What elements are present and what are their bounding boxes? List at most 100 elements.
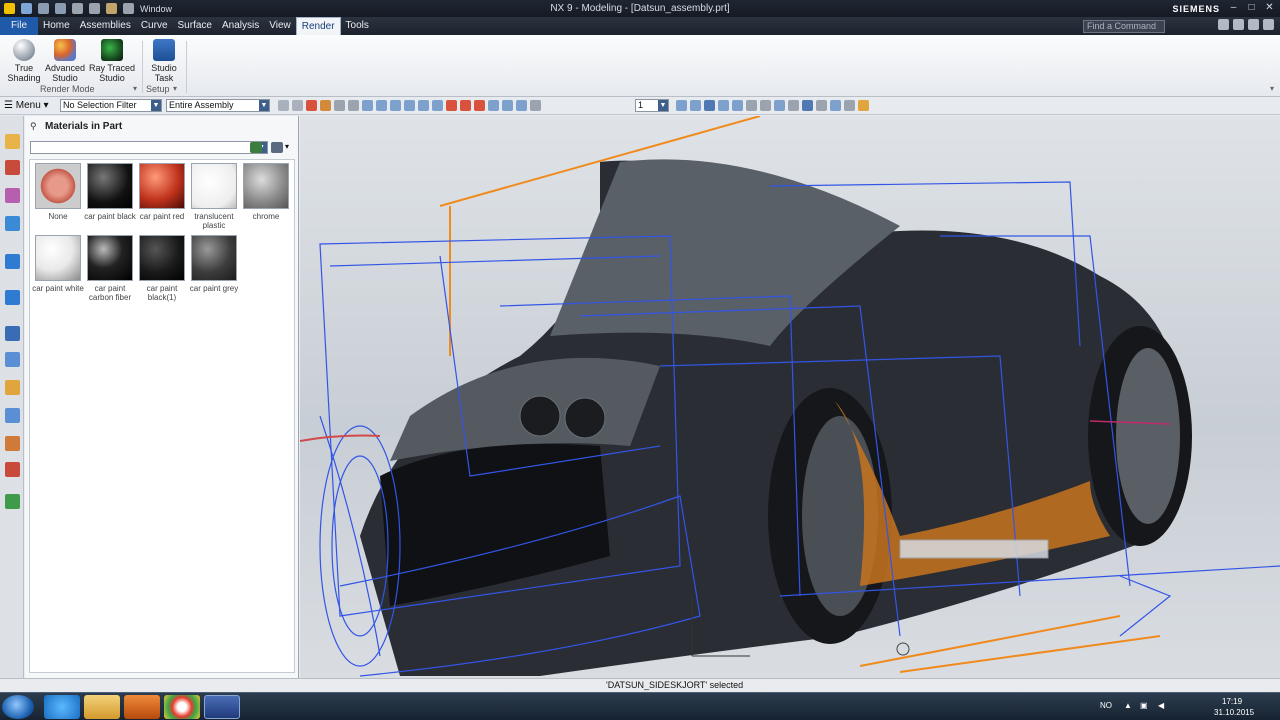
selection-scope-dropdown[interactable]: Entire Assembly ▼ — [166, 99, 270, 112]
constraint-navigator-icon[interactable] — [5, 160, 20, 175]
view-icon[interactable] — [830, 100, 841, 111]
start-button[interactable] — [2, 695, 34, 719]
view-icon[interactable] — [760, 100, 771, 111]
snap-icon[interactable] — [502, 100, 513, 111]
select-icon[interactable] — [306, 100, 317, 111]
help-icon[interactable] — [1233, 19, 1244, 30]
history-icon[interactable] — [5, 326, 20, 341]
view-icon[interactable] — [718, 100, 729, 111]
snap-icon[interactable] — [418, 100, 429, 111]
tab-assemblies[interactable]: Assemblies — [75, 17, 136, 35]
reuse-library-icon[interactable] — [5, 216, 20, 231]
menu-button[interactable]: ☰ Menu ▾ — [4, 99, 49, 113]
roles-icon[interactable] — [5, 408, 20, 423]
restore-icon[interactable] — [1248, 19, 1259, 30]
snap-icon[interactable] — [530, 100, 541, 111]
select-icon[interactable] — [348, 100, 359, 111]
process-studio-icon[interactable] — [5, 494, 20, 509]
chrome-icon[interactable] — [164, 695, 200, 719]
network-icon[interactable]: ▣ — [1140, 701, 1148, 710]
view-icon[interactable] — [858, 100, 869, 111]
material-item[interactable]: None — [32, 163, 84, 221]
material-item[interactable]: car paint carbon fiber — [84, 235, 136, 302]
close-doc-icon[interactable] — [1263, 19, 1274, 30]
material-filter-dropdown[interactable]: ▼ — [30, 141, 268, 154]
assembly-navigator-icon[interactable] — [5, 134, 20, 149]
tab-curve[interactable]: Curve — [136, 17, 173, 35]
snap-icon[interactable] — [390, 100, 401, 111]
view-icon[interactable] — [676, 100, 687, 111]
snap-icon[interactable] — [376, 100, 387, 111]
tab-render[interactable]: Render — [295, 17, 341, 35]
selection-filter-dropdown[interactable]: No Selection Filter ▼ — [60, 99, 162, 112]
system-materials-icon[interactable] — [5, 352, 20, 367]
tab-home[interactable]: Home — [38, 17, 75, 35]
part-navigator-icon[interactable] — [5, 188, 20, 203]
tab-file[interactable]: File — [0, 17, 38, 35]
group-expand-icon[interactable]: ▾ — [173, 84, 177, 93]
volume-icon[interactable]: ◀ — [1158, 701, 1164, 710]
snap-icon[interactable] — [432, 100, 443, 111]
car-model-render[interactable] — [300, 116, 1280, 678]
ribbon-options-icon[interactable]: ▾ — [1270, 84, 1274, 93]
nx-app-icon[interactable] — [204, 695, 240, 719]
snap-icon[interactable] — [292, 100, 303, 111]
rotate-icon[interactable] — [704, 100, 715, 111]
material-item[interactable]: car paint black(1) — [136, 235, 188, 302]
snap-icon[interactable] — [362, 100, 373, 111]
close-icon[interactable]: ✕ — [1263, 1, 1276, 14]
media-player-icon[interactable] — [124, 695, 160, 719]
panel-menu-icon[interactable]: ▾ — [285, 142, 289, 151]
view-icon[interactable] — [816, 100, 827, 111]
snap-icon[interactable] — [474, 100, 485, 111]
clock-date[interactable]: 31.10.2015 — [1214, 708, 1254, 717]
view-icon[interactable] — [774, 100, 785, 111]
studio-task-button[interactable]: Studio Task — [146, 39, 182, 83]
material-item[interactable]: car paint grey — [188, 235, 240, 293]
snap-icon[interactable] — [278, 100, 289, 111]
apply-icon[interactable] — [250, 142, 262, 153]
view-icon[interactable] — [802, 100, 813, 111]
mini-toolbar[interactable] — [899, 539, 1049, 559]
group-expand-icon[interactable]: ▾ — [133, 84, 137, 93]
ray-traced-studio-button[interactable]: Ray Traced Studio — [88, 39, 136, 83]
snap-icon[interactable] — [460, 100, 471, 111]
file-explorer-icon[interactable] — [84, 695, 120, 719]
web-browser-icon[interactable] — [5, 290, 20, 305]
view-icon[interactable] — [844, 100, 855, 111]
hd3d-tools-icon[interactable] — [5, 254, 20, 269]
pin-icon[interactable]: ⚲ — [30, 121, 37, 132]
clock-time[interactable]: 17:19 — [1222, 697, 1242, 706]
tab-analysis[interactable]: Analysis — [217, 17, 264, 35]
show-hidden-icon[interactable]: ▲ — [1124, 701, 1132, 710]
system-scenes-icon[interactable] — [5, 380, 20, 395]
material-item[interactable]: car paint red — [136, 163, 188, 221]
view-icon[interactable] — [732, 100, 743, 111]
tab-surface[interactable]: Surface — [173, 17, 217, 35]
minimize-icon[interactable]: – — [1227, 1, 1240, 14]
true-shading-button[interactable]: True Shading — [6, 39, 42, 83]
internet-explorer-icon[interactable] — [44, 695, 80, 719]
layer-dropdown[interactable]: 1 ▼ — [635, 99, 669, 112]
snap-icon[interactable] — [516, 100, 527, 111]
select-icon[interactable] — [334, 100, 345, 111]
select-icon[interactable] — [320, 100, 331, 111]
maximize-icon[interactable]: □ — [1245, 1, 1258, 14]
view-icon[interactable] — [746, 100, 757, 111]
snap-icon[interactable] — [488, 100, 499, 111]
language-indicator[interactable]: NO — [1100, 701, 1112, 710]
list-options-icon[interactable] — [271, 142, 283, 153]
material-item[interactable]: translucent plastic — [188, 163, 240, 230]
search-icon[interactable] — [1218, 19, 1229, 30]
view-icon[interactable] — [690, 100, 701, 111]
scenes-icon[interactable] — [5, 462, 20, 477]
tab-view[interactable]: View — [264, 17, 296, 35]
materials-in-part-icon[interactable] — [5, 436, 20, 451]
advanced-studio-button[interactable]: Advanced Studio — [44, 39, 86, 83]
graphics-window[interactable] — [300, 116, 1280, 678]
snap-icon[interactable] — [446, 100, 457, 111]
find-command-input[interactable]: Find a Command — [1083, 20, 1165, 33]
material-item[interactable]: chrome — [240, 163, 292, 221]
tab-tools[interactable]: Tools — [341, 17, 374, 35]
material-item[interactable]: car paint black — [84, 163, 136, 221]
